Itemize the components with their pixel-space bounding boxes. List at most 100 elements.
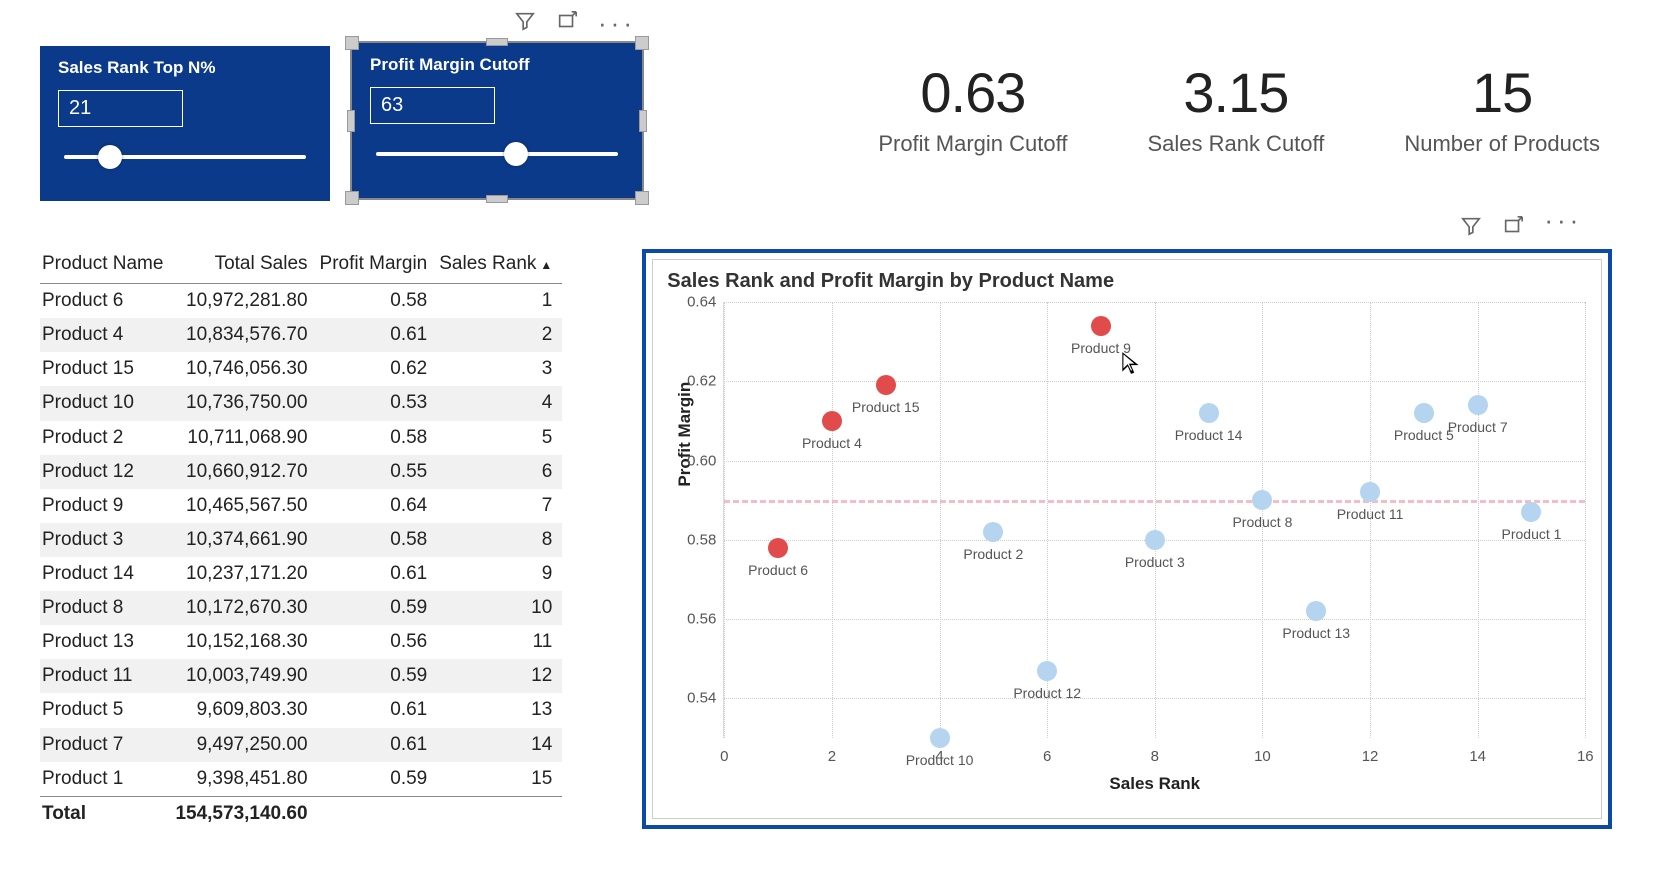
y-tick: 0.56 <box>687 611 724 628</box>
slider-thumb[interactable] <box>504 142 528 166</box>
card-value: 15 <box>1404 60 1600 125</box>
data-point[interactable] <box>930 728 950 748</box>
filter-icon[interactable] <box>514 10 536 37</box>
filter-icon[interactable] <box>1460 215 1482 242</box>
resize-handle[interactable] <box>639 110 647 132</box>
table-cell: 0.58 <box>318 421 438 455</box>
column-header[interactable]: Sales Rank▲ <box>437 249 562 284</box>
data-point[interactable] <box>1037 661 1057 681</box>
y-tick: 0.62 <box>687 373 724 390</box>
column-header[interactable]: Total Sales <box>173 249 317 284</box>
data-point[interactable] <box>768 538 788 558</box>
table-cell: 0.53 <box>318 386 438 420</box>
data-point[interactable] <box>1414 403 1434 423</box>
column-header[interactable]: Profit Margin <box>318 249 438 284</box>
table-cell: 0.58 <box>318 284 438 319</box>
data-point[interactable] <box>876 375 896 395</box>
column-header[interactable]: Product Name <box>40 249 173 284</box>
table-cell: 0.59 <box>318 762 438 797</box>
table-row[interactable]: Product 19,398,451.800.5915 <box>40 762 562 797</box>
data-point[interactable] <box>1306 601 1326 621</box>
focus-mode-icon[interactable] <box>556 10 578 37</box>
table-row[interactable]: Product 1110,003,749.900.5912 <box>40 659 562 693</box>
data-label: Product 6 <box>748 562 808 578</box>
data-point[interactable] <box>1360 482 1380 502</box>
data-point[interactable] <box>1199 403 1219 423</box>
table-cell: 8 <box>437 523 562 557</box>
table-row[interactable]: Product 1210,660,912.700.556 <box>40 455 562 489</box>
y-tick: 0.60 <box>687 452 724 469</box>
table-cell: 15 <box>437 762 562 797</box>
card-label: Profit Margin Cutoff <box>878 131 1067 157</box>
table-cell: 10,711,068.90 <box>173 421 317 455</box>
table-row[interactable]: Product 310,374,661.900.588 <box>40 523 562 557</box>
data-point[interactable] <box>1521 502 1541 522</box>
resize-handle[interactable] <box>347 110 355 132</box>
slicer-profit-margin-cutoff[interactable]: Profit Margin Cutoff 63 <box>352 43 642 198</box>
resize-handle[interactable] <box>345 36 359 50</box>
table-cell: 12 <box>437 659 562 693</box>
table-cell: 9,497,250.00 <box>173 728 317 762</box>
data-point[interactable] <box>1252 490 1272 510</box>
table-cell: Product 8 <box>40 591 173 625</box>
table-cell: 10,834,576.70 <box>173 318 317 352</box>
slicer-value-input[interactable]: 21 <box>58 90 183 127</box>
table-cell: 0.56 <box>318 625 438 659</box>
table-cell: Product 3 <box>40 523 173 557</box>
data-point[interactable] <box>1145 530 1165 550</box>
slider-thumb[interactable] <box>98 145 122 169</box>
y-axis-label: Profit Margin <box>675 382 695 487</box>
table-row[interactable]: Product 610,972,281.800.581 <box>40 284 562 319</box>
table-row[interactable]: Product 79,497,250.000.6114 <box>40 728 562 762</box>
data-point[interactable] <box>822 411 842 431</box>
table-cell: 13 <box>437 693 562 727</box>
table-row[interactable]: Product 59,609,803.300.6113 <box>40 693 562 727</box>
data-point[interactable] <box>1468 395 1488 415</box>
slicer-sales-rank-top-n[interactable]: Sales Rank Top N% 21 <box>40 46 330 201</box>
slider-track[interactable] <box>64 155 306 159</box>
resize-handle[interactable] <box>635 36 649 50</box>
plot-area[interactable]: Sales Rank 02468101214160.540.560.580.60… <box>723 302 1585 738</box>
card-profit-margin-cutoff[interactable]: 0.63 Profit Margin Cutoff <box>878 60 1067 157</box>
table-row[interactable]: Product 910,465,567.500.647 <box>40 489 562 523</box>
table-cell: 3 <box>437 352 562 386</box>
slider-track[interactable] <box>376 152 618 156</box>
sort-ascending-icon: ▲ <box>540 258 552 272</box>
table-row[interactable]: Product 1510,746,056.300.623 <box>40 352 562 386</box>
card-sales-rank-cutoff[interactable]: 3.15 Sales Rank Cutoff <box>1147 60 1324 157</box>
y-tick: 0.64 <box>687 294 724 311</box>
data-point[interactable] <box>983 522 1003 542</box>
resize-handle[interactable] <box>486 195 508 203</box>
scatter-visual[interactable]: Sales Rank and Profit Margin by Product … <box>642 249 1612 829</box>
data-point[interactable] <box>1091 316 1111 336</box>
table-row[interactable]: Product 210,711,068.900.585 <box>40 421 562 455</box>
more-options-icon[interactable]: ··· <box>1544 215 1582 242</box>
table-cell: 0.59 <box>318 591 438 625</box>
slicer-value-input[interactable]: 63 <box>370 87 495 124</box>
cursor-icon <box>1118 350 1144 376</box>
table-cell: Product 6 <box>40 284 173 319</box>
resize-handle[interactable] <box>635 191 649 205</box>
more-options-icon[interactable]: ··· <box>598 18 636 28</box>
table-cell: 5 <box>437 421 562 455</box>
table-cell: 10,746,056.30 <box>173 352 317 386</box>
x-tick: 2 <box>828 738 836 765</box>
table-cell: 10,736,750.00 <box>173 386 317 420</box>
card-number-of-products[interactable]: 15 Number of Products <box>1404 60 1600 157</box>
data-label: Product 11 <box>1337 506 1404 522</box>
resize-handle[interactable] <box>486 38 508 46</box>
table-row[interactable]: Product 810,172,670.300.5910 <box>40 591 562 625</box>
product-table[interactable]: Product NameTotal SalesProfit MarginSale… <box>40 249 562 829</box>
table-cell: Product 5 <box>40 693 173 727</box>
resize-handle[interactable] <box>345 191 359 205</box>
table-row[interactable]: Product 410,834,576.700.612 <box>40 318 562 352</box>
table-row[interactable]: Product 1010,736,750.000.534 <box>40 386 562 420</box>
table-cell: Product 7 <box>40 728 173 762</box>
table-cell: Product 2 <box>40 421 173 455</box>
table-row[interactable]: Product 1410,237,171.200.619 <box>40 557 562 591</box>
table-row[interactable]: Product 1310,152,168.300.5611 <box>40 625 562 659</box>
table-cell: 10,660,912.70 <box>173 455 317 489</box>
focus-mode-icon[interactable] <box>1502 215 1524 242</box>
table-cell: Product 14 <box>40 557 173 591</box>
data-label: Product 7 <box>1448 419 1508 435</box>
